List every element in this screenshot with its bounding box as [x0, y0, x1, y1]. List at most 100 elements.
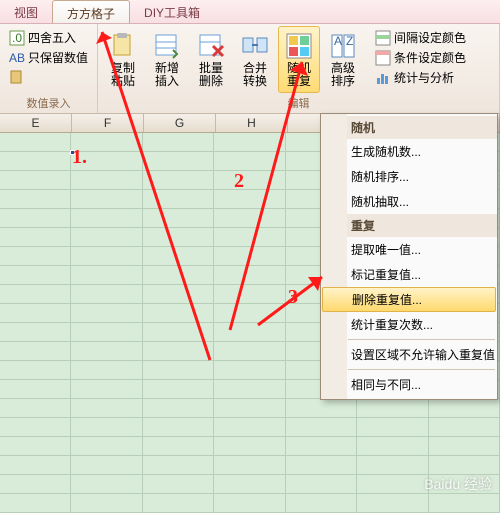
- cell[interactable]: [429, 494, 500, 512]
- cell[interactable]: [214, 133, 285, 151]
- insert-button[interactable]: 新增 插入: [146, 26, 188, 93]
- cell[interactable]: [71, 190, 142, 208]
- cell[interactable]: [429, 437, 500, 455]
- menu-extract-unique[interactable]: 提取唯一值...: [321, 237, 497, 262]
- cell[interactable]: [429, 456, 500, 474]
- table-row[interactable]: [0, 456, 500, 475]
- cell[interactable]: [0, 437, 71, 455]
- cell[interactable]: [71, 475, 142, 493]
- cell[interactable]: [214, 418, 285, 436]
- cell[interactable]: [143, 285, 214, 303]
- cell[interactable]: [143, 304, 214, 322]
- cell[interactable]: [429, 418, 500, 436]
- cell[interactable]: [71, 456, 142, 474]
- cell[interactable]: [214, 228, 285, 246]
- cell[interactable]: [143, 247, 214, 265]
- cell[interactable]: [0, 361, 71, 379]
- selection-handle[interactable]: [70, 150, 75, 155]
- cell[interactable]: [143, 361, 214, 379]
- cell[interactable]: [143, 323, 214, 341]
- menu-gen-random[interactable]: 生成随机数...: [321, 139, 497, 164]
- menu-restrict-duplicate[interactable]: 设置区域不允许输入重复值: [321, 342, 497, 367]
- cell[interactable]: [214, 380, 285, 398]
- cell[interactable]: [71, 494, 142, 512]
- cell[interactable]: [71, 228, 142, 246]
- cell[interactable]: [214, 399, 285, 417]
- condition-color-button[interactable]: 条件设定颜色: [372, 48, 469, 67]
- cell[interactable]: [71, 323, 142, 341]
- random-duplicate-button[interactable]: 随机 重复: [278, 26, 320, 93]
- copy-paste-button[interactable]: 复制 粘贴: [102, 26, 144, 93]
- cell[interactable]: [0, 266, 71, 284]
- stats-button[interactable]: 统计与分析: [372, 68, 469, 87]
- table-row[interactable]: [0, 399, 500, 418]
- cell[interactable]: [214, 456, 285, 474]
- table-row[interactable]: [0, 418, 500, 437]
- col-header[interactable]: H: [216, 114, 288, 132]
- cell[interactable]: [214, 475, 285, 493]
- cell[interactable]: [214, 285, 285, 303]
- cell[interactable]: [71, 418, 142, 436]
- cell[interactable]: [0, 152, 71, 170]
- cell[interactable]: [0, 380, 71, 398]
- menu-random-sort[interactable]: 随机排序...: [321, 164, 497, 189]
- cell[interactable]: [71, 399, 142, 417]
- cell[interactable]: [0, 247, 71, 265]
- cell[interactable]: [286, 418, 357, 436]
- table-row[interactable]: [0, 494, 500, 513]
- cell[interactable]: [143, 266, 214, 284]
- cell[interactable]: [71, 133, 142, 151]
- tab-diy[interactable]: DIY工具箱: [130, 0, 214, 23]
- cell[interactable]: [71, 247, 142, 265]
- cell[interactable]: [0, 304, 71, 322]
- cell[interactable]: [143, 152, 214, 170]
- batch-delete-button[interactable]: 批量 删除: [190, 26, 232, 93]
- cell[interactable]: [0, 285, 71, 303]
- cell[interactable]: [357, 456, 428, 474]
- cell[interactable]: [143, 418, 214, 436]
- menu-delete-duplicate[interactable]: 删除重复值...: [322, 287, 496, 312]
- tab-view[interactable]: 视图: [0, 0, 52, 23]
- cell[interactable]: [71, 285, 142, 303]
- cell[interactable]: [357, 418, 428, 436]
- cell[interactable]: [143, 228, 214, 246]
- cell[interactable]: [214, 323, 285, 341]
- cell[interactable]: [214, 209, 285, 227]
- col-header[interactable]: E: [0, 114, 72, 132]
- merge-convert-button[interactable]: 合并 转换: [234, 26, 276, 93]
- cell[interactable]: [71, 152, 142, 170]
- cell[interactable]: [214, 304, 285, 322]
- cell[interactable]: [0, 456, 71, 474]
- tab-fangfang[interactable]: 方方格子: [52, 0, 130, 23]
- cell[interactable]: [214, 152, 285, 170]
- cell[interactable]: [286, 437, 357, 455]
- extra-mini-button[interactable]: [6, 68, 91, 86]
- cell[interactable]: [143, 456, 214, 474]
- cell[interactable]: [214, 171, 285, 189]
- cell[interactable]: [0, 399, 71, 417]
- advanced-sort-button[interactable]: AZ 高级 排序: [322, 26, 364, 93]
- cell[interactable]: [214, 190, 285, 208]
- cell[interactable]: [214, 342, 285, 360]
- cell[interactable]: [357, 437, 428, 455]
- cell[interactable]: [214, 266, 285, 284]
- cell[interactable]: [71, 171, 142, 189]
- cell[interactable]: [143, 342, 214, 360]
- cell[interactable]: [143, 190, 214, 208]
- cell[interactable]: [143, 437, 214, 455]
- cell[interactable]: [0, 228, 71, 246]
- cell[interactable]: [286, 494, 357, 512]
- cell[interactable]: [0, 342, 71, 360]
- cell[interactable]: [143, 380, 214, 398]
- menu-random-pick[interactable]: 随机抽取...: [321, 189, 497, 214]
- menu-mark-duplicate[interactable]: 标记重复值...: [321, 262, 497, 287]
- cell[interactable]: [286, 475, 357, 493]
- cell[interactable]: [214, 361, 285, 379]
- cell[interactable]: [71, 304, 142, 322]
- cell[interactable]: [143, 494, 214, 512]
- cell[interactable]: [143, 399, 214, 417]
- cell[interactable]: [71, 437, 142, 455]
- table-row[interactable]: [0, 437, 500, 456]
- cell[interactable]: [286, 456, 357, 474]
- cell[interactable]: [71, 361, 142, 379]
